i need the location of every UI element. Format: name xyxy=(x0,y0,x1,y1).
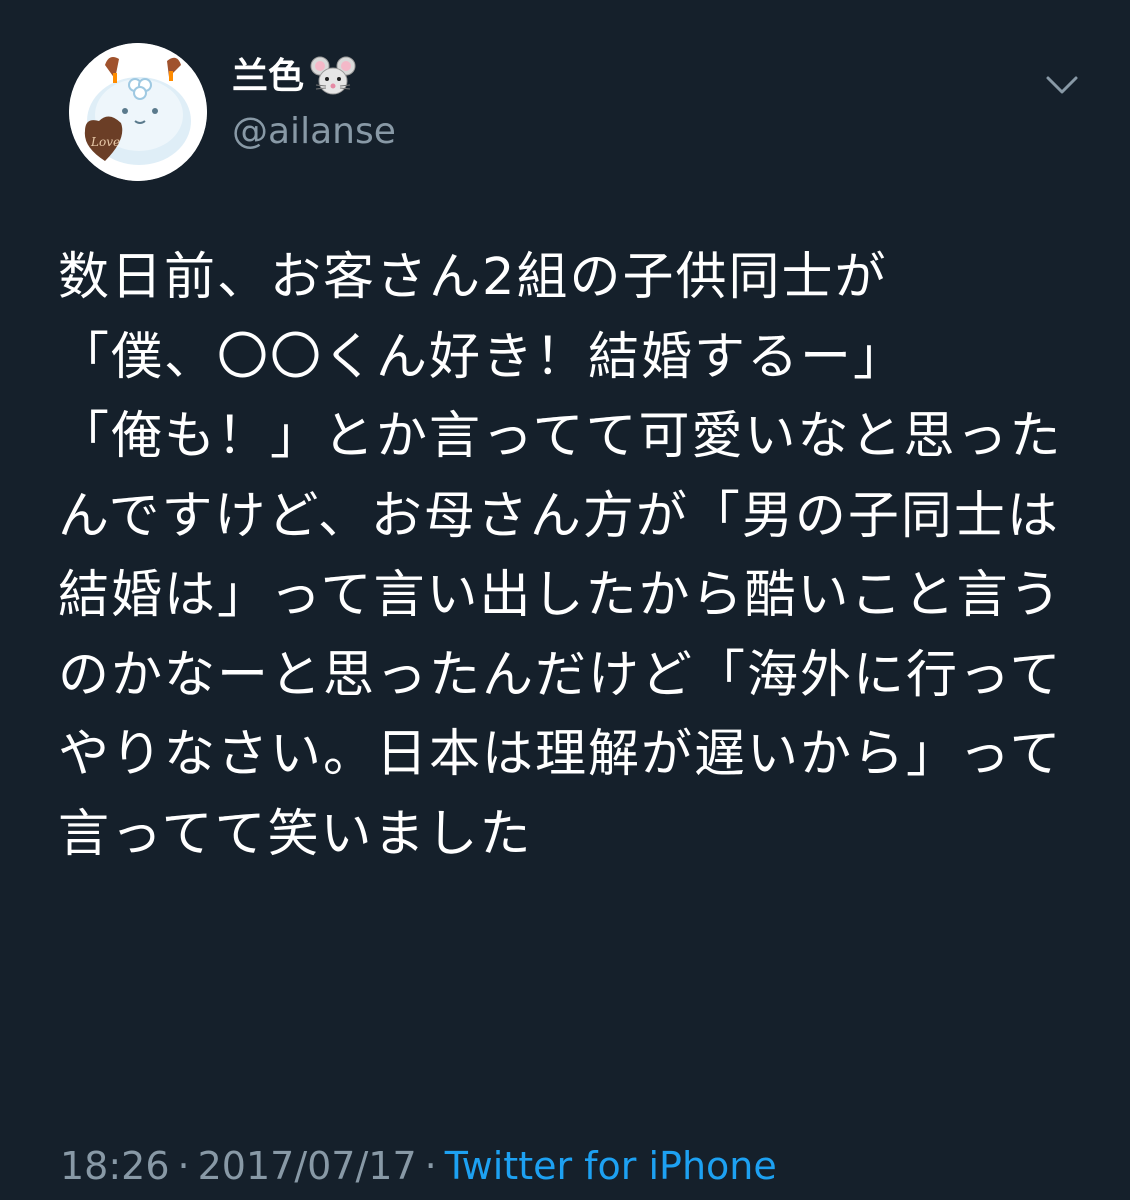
tweet-meta: 18:26 · 2017/07/17 · Twitter for iPhone xyxy=(60,1140,777,1192)
chevron-down-icon[interactable] xyxy=(1040,68,1084,104)
tweet-source-link[interactable]: Twitter for iPhone xyxy=(445,1144,777,1188)
tweet-date[interactable]: 2017/07/17 xyxy=(198,1144,417,1188)
tweet-card: Love 兰色 @ailanse 数日前、お客さん2組の子供同士が 「僕、〇〇く… xyxy=(0,0,1130,1200)
mouse-face-icon xyxy=(310,54,356,100)
user-handle[interactable]: @ailanse xyxy=(232,108,396,156)
avatar[interactable]: Love xyxy=(69,43,207,181)
tweet-time[interactable]: 18:26 xyxy=(60,1144,170,1188)
meta-separator: · xyxy=(424,1144,437,1188)
tweet-text: 数日前、お客さん2組の子供同士が 「僕、〇〇くん好き！結婚するー」 「俺も！」と… xyxy=(58,248,1063,864)
avatar-love-text: Love xyxy=(90,135,120,149)
display-name[interactable]: 兰色 xyxy=(232,53,304,101)
avatar-image: Love xyxy=(69,43,207,181)
user-name-row[interactable]: 兰色 xyxy=(232,52,356,102)
meta-separator: · xyxy=(177,1144,190,1188)
